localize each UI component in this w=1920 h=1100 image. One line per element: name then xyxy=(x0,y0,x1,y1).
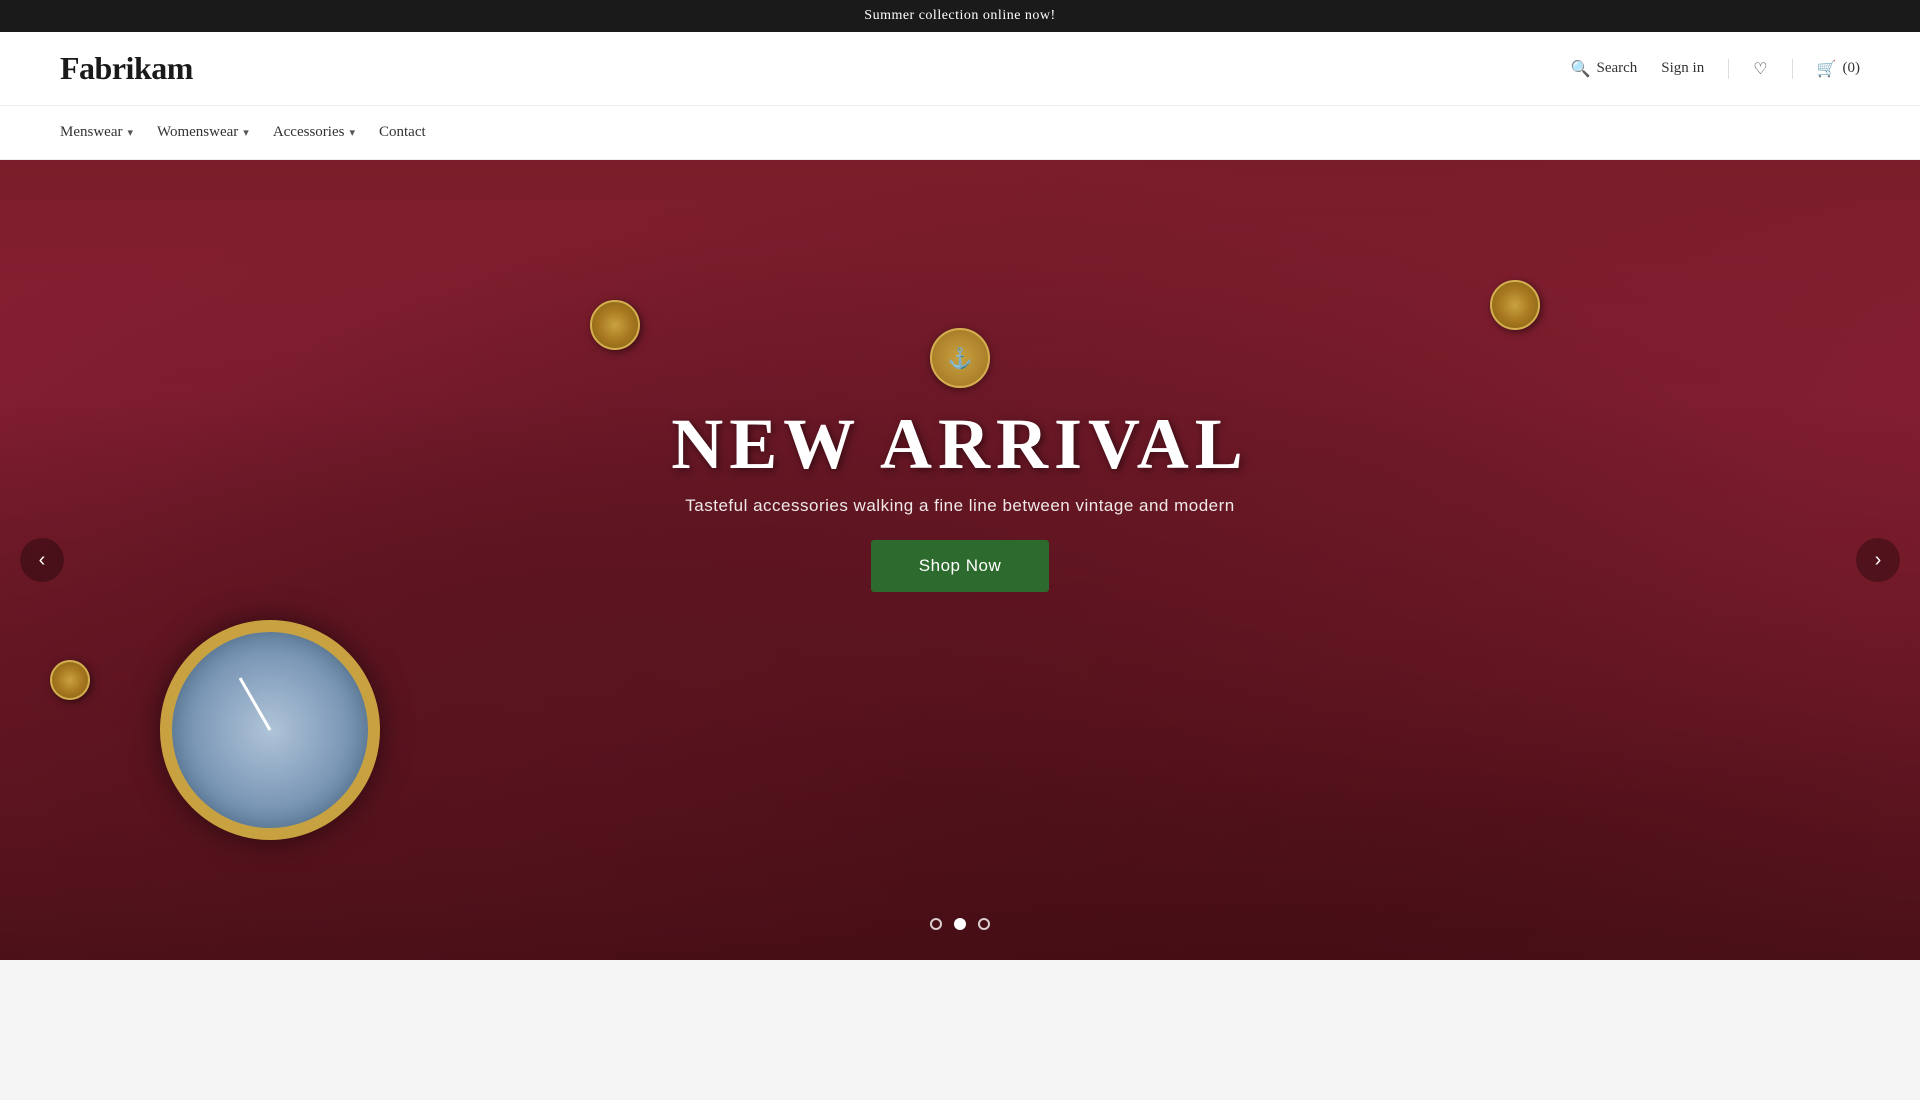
nav-menswear-label: Menswear xyxy=(60,124,122,141)
slider-prev-button[interactable]: ‹ xyxy=(20,538,64,582)
nav-womenswear-label: Womenswear xyxy=(157,124,238,141)
below-hero-section xyxy=(0,960,1920,1100)
signin-action[interactable]: Sign in xyxy=(1661,60,1704,77)
slider-dots xyxy=(930,918,990,930)
nav-item-womenswear[interactable]: Womenswear ▾ xyxy=(157,106,273,159)
header-divider-2 xyxy=(1792,59,1793,79)
chevron-down-icon: ▾ xyxy=(127,126,133,139)
search-icon: 🔍 xyxy=(1571,59,1591,79)
wishlist-action[interactable]: ♡ xyxy=(1753,59,1767,79)
hero-badge-icon: ⚓ xyxy=(930,328,990,388)
header-divider xyxy=(1728,59,1729,79)
jacket-button-1 xyxy=(590,300,640,350)
slider-dot-1[interactable] xyxy=(930,918,942,930)
shop-now-button[interactable]: Shop Now xyxy=(871,540,1049,592)
chevron-down-icon: ▾ xyxy=(349,126,355,139)
nav-contact-label: Contact xyxy=(379,124,426,141)
slider-dot-2[interactable] xyxy=(954,918,966,930)
nav-item-menswear[interactable]: Menswear ▾ xyxy=(60,106,157,159)
logo[interactable]: Fabrikam xyxy=(60,50,193,87)
slider-next-button[interactable]: › xyxy=(1856,538,1900,582)
chevron-down-icon: ▾ xyxy=(243,126,249,139)
hero-section: ⚓ NEW ARRIVAL Tasteful accessories walki… xyxy=(0,160,1920,960)
signin-label: Sign in xyxy=(1661,60,1704,77)
search-action[interactable]: 🔍 Search xyxy=(1571,59,1638,79)
hero-subtitle: Tasteful accessories walking a fine line… xyxy=(685,496,1234,516)
watch-decoration xyxy=(160,620,380,840)
hero-title: NEW ARRIVAL xyxy=(671,408,1249,480)
jacket-button-2 xyxy=(1490,280,1540,330)
cart-action[interactable]: 🛒 (0) xyxy=(1817,59,1860,79)
jacket-button-3 xyxy=(50,660,90,700)
nav-item-contact[interactable]: Contact xyxy=(379,106,450,159)
header: Fabrikam 🔍 Search Sign in ♡ 🛒 (0) xyxy=(0,32,1920,106)
heart-icon: ♡ xyxy=(1753,59,1767,79)
nav-item-accessories[interactable]: Accessories ▾ xyxy=(273,106,379,159)
header-actions: 🔍 Search Sign in ♡ 🛒 (0) xyxy=(1571,59,1860,79)
main-nav: Menswear ▾ Womenswear ▾ Accessories ▾ Co… xyxy=(0,106,1920,160)
cart-icon: 🛒 xyxy=(1817,59,1837,79)
cart-label: (0) xyxy=(1843,60,1861,77)
slider-dot-3[interactable] xyxy=(978,918,990,930)
hero-content: ⚓ NEW ARRIVAL Tasteful accessories walki… xyxy=(671,328,1249,592)
announcement-text: Summer collection online now! xyxy=(864,8,1055,23)
announcement-bar: Summer collection online now! xyxy=(0,0,1920,32)
search-label: Search xyxy=(1596,60,1637,77)
nav-accessories-label: Accessories xyxy=(273,124,345,141)
